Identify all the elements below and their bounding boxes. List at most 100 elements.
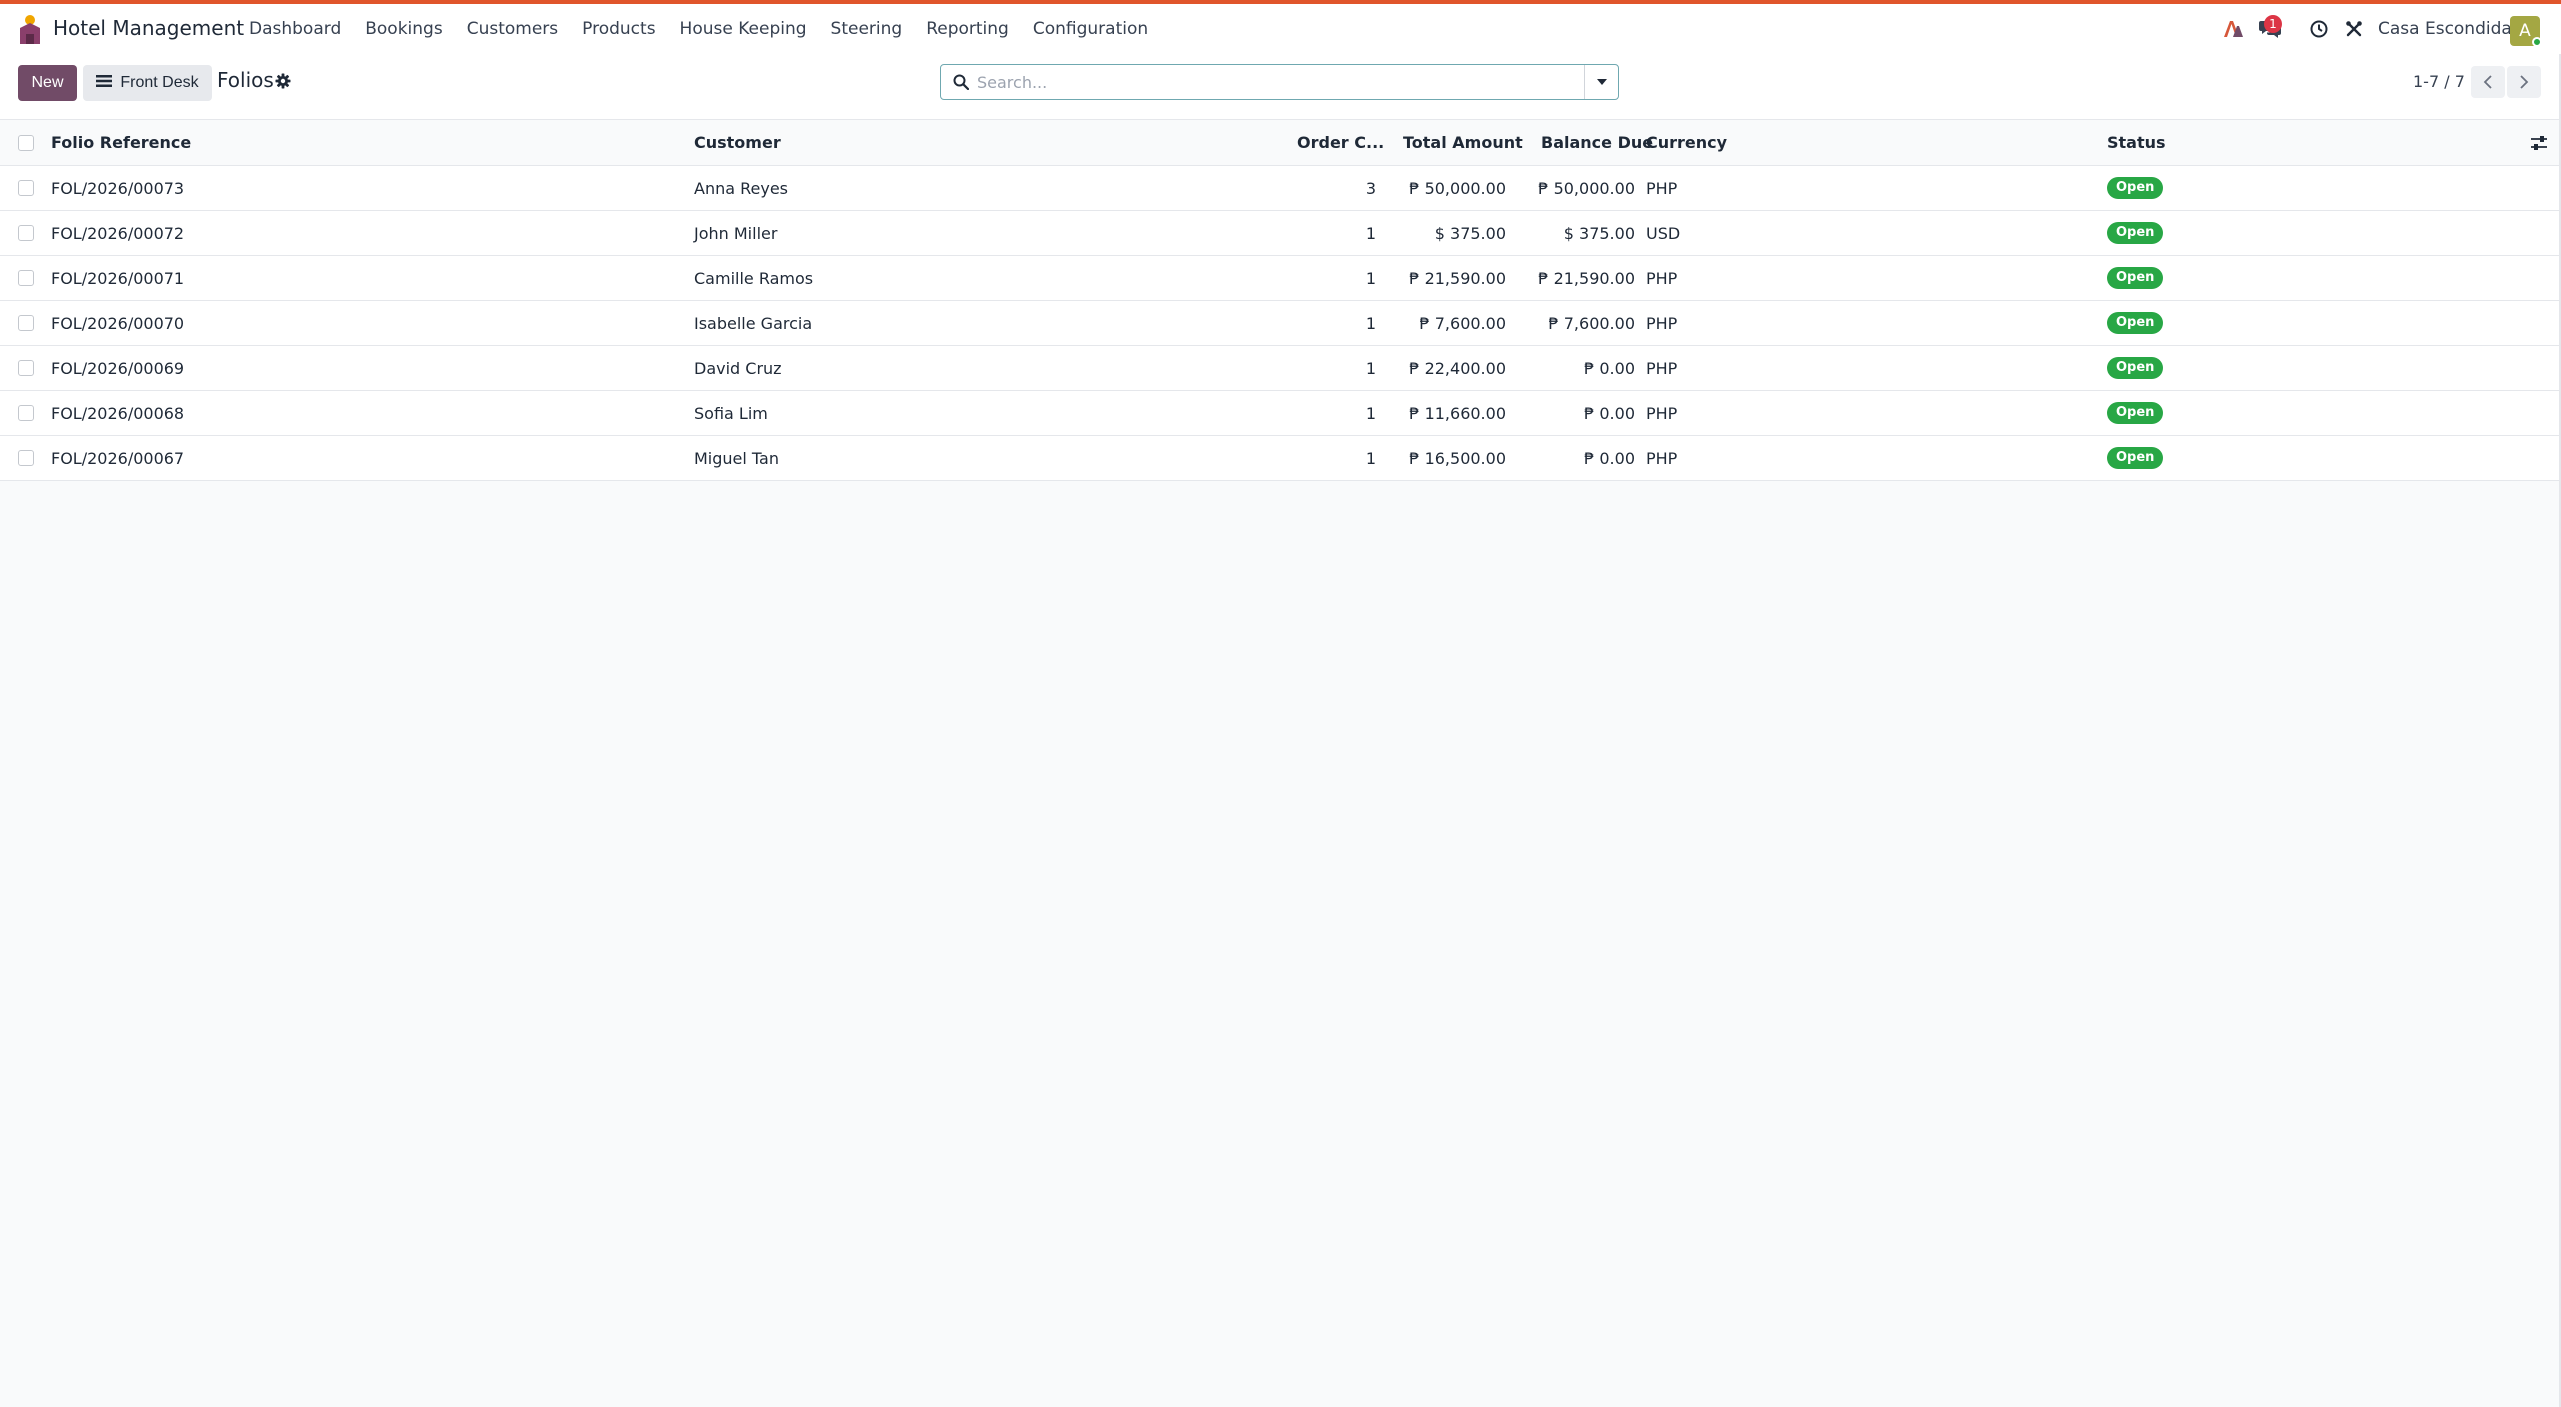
cell-balance-due: $ 375.00	[1563, 224, 1635, 243]
header-folio-reference[interactable]: Folio Reference	[51, 133, 191, 152]
new-button[interactable]: New	[18, 65, 77, 101]
menu-house-keeping[interactable]: House Keeping	[680, 19, 807, 39]
cell-reference: FOL/2026/00071	[51, 269, 185, 288]
column-settings-icon[interactable]	[2530, 134, 2548, 152]
cell-customer: John Miller	[694, 224, 778, 243]
cell-total-amount: ₱ 21,590.00	[1409, 269, 1506, 288]
search-options-toggle[interactable]	[1584, 65, 1618, 99]
cell-order-count: 3	[1365, 179, 1376, 198]
cell-total-amount: ₱ 11,660.00	[1409, 404, 1506, 423]
app-name[interactable]: Hotel Management	[53, 16, 244, 40]
row-checkbox[interactable]	[18, 315, 34, 331]
row-checkbox[interactable]	[18, 405, 34, 421]
front-desk-label: Front Desk	[120, 74, 199, 91]
search-bar	[940, 64, 1619, 100]
menu-customers[interactable]: Customers	[467, 19, 558, 39]
cell-total-amount: ₱ 50,000.00	[1409, 179, 1506, 198]
cell-reference: FOL/2026/00073	[51, 179, 185, 198]
cell-customer: Miguel Tan	[694, 449, 779, 468]
main-menu: Dashboard Bookings Customers Products Ho…	[249, 4, 1172, 54]
header-currency[interactable]: Currency	[1646, 133, 1727, 152]
cell-currency: USD	[1646, 224, 1681, 243]
cell-currency: PHP	[1646, 359, 1678, 378]
cell-currency: PHP	[1646, 269, 1678, 288]
status-badge: Open	[2107, 312, 2164, 334]
status-badge: Open	[2107, 357, 2164, 379]
cell-order-count: 1	[1365, 269, 1376, 288]
cell-order-count: 1	[1365, 224, 1376, 243]
cell-order-count: 1	[1365, 359, 1376, 378]
hotel-app-icon[interactable]	[18, 14, 42, 44]
cell-reference: FOL/2026/00072	[51, 224, 185, 243]
cell-order-count: 1	[1365, 314, 1376, 333]
cell-balance-due: ₱ 0.00	[1584, 359, 1635, 378]
chevron-left-icon	[2483, 75, 2492, 89]
clock-icon[interactable]	[2307, 17, 2331, 41]
status-badge: Open	[2107, 267, 2164, 289]
cell-customer: Anna Reyes	[694, 179, 789, 198]
cell-total-amount: ₱ 16,500.00	[1409, 449, 1506, 468]
control-panel: New Front Desk Folios Search... 1-7 / 7	[0, 54, 2561, 120]
caret-down-icon	[1596, 79, 1607, 85]
menu-steering[interactable]: Steering	[831, 19, 903, 39]
pager-value[interactable]: 1-7 / 7	[2413, 72, 2465, 91]
search-input[interactable]	[977, 65, 1557, 99]
gear-icon[interactable]	[275, 73, 291, 89]
folios-list: Folio Reference Customer Order C... Tota…	[0, 120, 2561, 481]
header-status[interactable]: Status	[2107, 133, 2166, 152]
cell-order-count: 1	[1365, 449, 1376, 468]
cell-balance-due: ₱ 7,600.00	[1548, 314, 1635, 333]
table-row[interactable]: FOL/2026/00068 Sofia Lim 1 ₱ 11,660.00 ₱…	[0, 391, 2561, 436]
header-customer[interactable]: Customer	[694, 133, 781, 152]
table-row[interactable]: FOL/2026/00072 John Miller 1 $ 375.00 $ …	[0, 211, 2561, 256]
table-header: Folio Reference Customer Order C... Tota…	[0, 120, 2561, 166]
pager-previous-button[interactable]	[2471, 66, 2505, 98]
header-total-amount[interactable]: Total Amount	[1403, 133, 1523, 152]
cell-total-amount: ₱ 22,400.00	[1409, 359, 1506, 378]
cell-balance-due: ₱ 50,000.00	[1538, 179, 1635, 198]
table-row[interactable]: FOL/2026/00070 Isabelle Garcia 1 ₱ 7,600…	[0, 301, 2561, 346]
chat-badge: 1	[2264, 15, 2282, 33]
cell-currency: PHP	[1646, 179, 1678, 198]
cell-customer: David Cruz	[694, 359, 782, 378]
table-row[interactable]: FOL/2026/00073 Anna Reyes 3 ₱ 50,000.00 …	[0, 166, 2561, 211]
cell-currency: PHP	[1646, 404, 1678, 423]
status-badge: Open	[2107, 222, 2164, 244]
row-checkbox[interactable]	[18, 360, 34, 376]
company-switcher[interactable]: Casa Escondida	[2378, 19, 2512, 39]
ai-assistant-icon[interactable]	[2221, 17, 2245, 41]
cell-balance-due: ₱ 0.00	[1584, 404, 1635, 423]
header-balance-due[interactable]: Balance Due	[1541, 133, 1653, 152]
pager-next-button[interactable]	[2507, 66, 2541, 98]
cell-customer: Sofia Lim	[694, 404, 768, 423]
menu-dashboard[interactable]: Dashboard	[249, 19, 341, 39]
cell-currency: PHP	[1646, 314, 1678, 333]
table-row[interactable]: FOL/2026/00067 Miguel Tan 1 ₱ 16,500.00 …	[0, 436, 2561, 481]
menu-reporting[interactable]: Reporting	[926, 19, 1009, 39]
row-checkbox[interactable]	[18, 180, 34, 196]
cell-total-amount: ₱ 7,600.00	[1419, 314, 1506, 333]
cell-customer: Camille Ramos	[694, 269, 814, 288]
header-order-count[interactable]: Order C...	[1297, 133, 1384, 152]
front-desk-button[interactable]: Front Desk	[83, 65, 212, 101]
table-row[interactable]: FOL/2026/00069 David Cruz 1 ₱ 22,400.00 …	[0, 346, 2561, 391]
select-all-checkbox[interactable]	[18, 135, 34, 151]
table-row[interactable]: FOL/2026/00071 Camille Ramos 1 ₱ 21,590.…	[0, 256, 2561, 301]
cell-order-count: 1	[1365, 404, 1376, 423]
menu-products[interactable]: Products	[582, 19, 655, 39]
cell-reference: FOL/2026/00067	[51, 449, 185, 468]
cell-total-amount: $ 375.00	[1434, 224, 1506, 243]
row-checkbox[interactable]	[18, 270, 34, 286]
cell-reference: FOL/2026/00070	[51, 314, 185, 333]
status-badge: Open	[2107, 177, 2164, 199]
menu-configuration[interactable]: Configuration	[1033, 19, 1148, 39]
row-checkbox[interactable]	[18, 225, 34, 241]
tools-icon[interactable]	[2342, 17, 2366, 41]
row-checkbox[interactable]	[18, 450, 34, 466]
search-icon	[953, 74, 970, 91]
cell-currency: PHP	[1646, 449, 1678, 468]
cell-balance-due: ₱ 0.00	[1584, 449, 1635, 468]
menu-bookings[interactable]: Bookings	[365, 19, 442, 39]
page-title: Folios	[217, 68, 274, 92]
status-badge: Open	[2107, 447, 2164, 469]
